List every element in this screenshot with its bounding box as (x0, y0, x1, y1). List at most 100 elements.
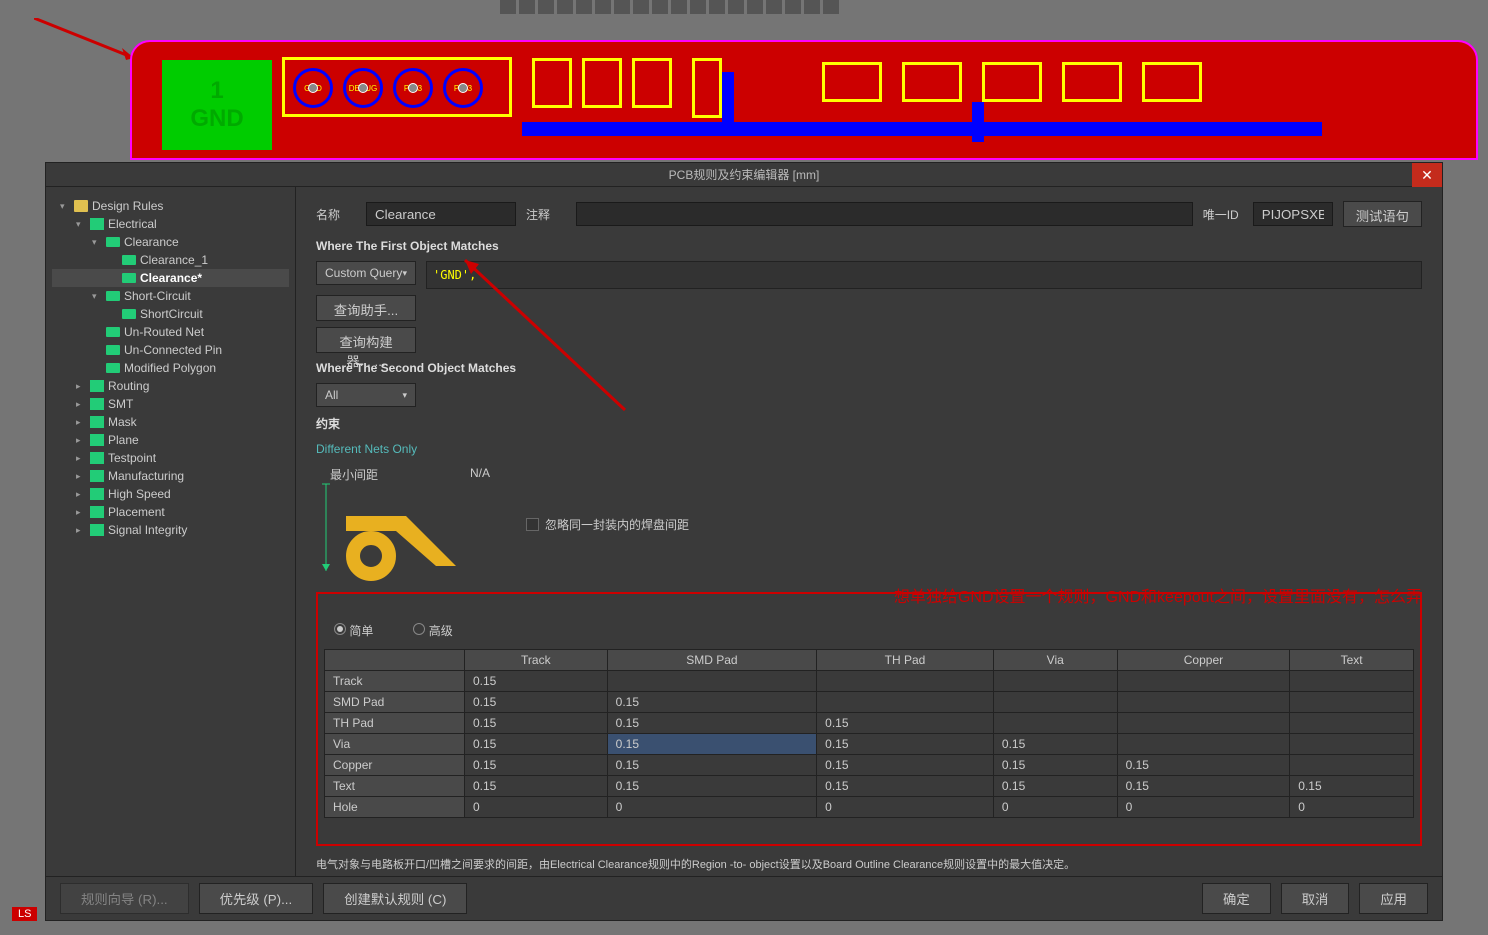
clearance-cell[interactable] (993, 692, 1117, 713)
row-header[interactable]: Copper (325, 755, 465, 776)
clearance-cell[interactable] (1290, 734, 1414, 755)
clearance-cell[interactable]: 0.15 (817, 713, 994, 734)
clearance-cell[interactable]: 0 (993, 797, 1117, 818)
clearance-cell[interactable] (817, 671, 994, 692)
clearance-cell[interactable]: 0.15 (607, 776, 816, 797)
mode-advanced-radio[interactable]: 高级 (413, 622, 452, 639)
clearance-cell[interactable] (993, 713, 1117, 734)
clearance-cell[interactable] (1117, 671, 1290, 692)
clearance-cell[interactable] (1290, 671, 1414, 692)
toolbar-icon[interactable] (690, 0, 706, 14)
toolbar-icon[interactable] (538, 0, 554, 14)
toolbar-icon[interactable] (785, 0, 801, 14)
col-header[interactable]: Text (1290, 650, 1414, 671)
match1-mode-dropdown[interactable]: Custom Query (316, 261, 416, 285)
col-header[interactable]: Via (993, 650, 1117, 671)
clearance-matrix-table[interactable]: TrackSMD PadTH PadViaCopperTextTrack0.15… (324, 649, 1414, 818)
clearance-cell[interactable] (817, 692, 994, 713)
mode-simple-radio[interactable]: 简单 (334, 622, 373, 639)
toolbar-icon[interactable] (823, 0, 839, 14)
clearance-cell[interactable]: 0.15 (465, 671, 608, 692)
clearance-cell[interactable]: 0.15 (465, 776, 608, 797)
toolbar-icon[interactable] (633, 0, 649, 14)
clearance-cell[interactable] (1290, 755, 1414, 776)
clearance-cell[interactable]: 0 (1117, 797, 1290, 818)
match1-query-box[interactable]: 'GND', (426, 261, 1422, 289)
clearance-cell[interactable]: 0 (607, 797, 816, 818)
ignore-same-footprint-checkbox[interactable] (526, 518, 539, 531)
row-header[interactable]: SMD Pad (325, 692, 465, 713)
toolbar-icon[interactable] (728, 0, 744, 14)
id-input[interactable] (1253, 202, 1333, 226)
toolbar-icon[interactable] (652, 0, 668, 14)
clearance-cell[interactable]: 0.15 (993, 755, 1117, 776)
rule-wizard-button[interactable]: 规则向导 (R)... (60, 883, 189, 914)
clearance-cell[interactable] (1117, 713, 1290, 734)
tree-item-un-connected-pin[interactable]: Un-Connected Pin (52, 341, 289, 359)
row-header[interactable]: Track (325, 671, 465, 692)
clearance-cell[interactable]: 0.15 (465, 692, 608, 713)
tree-item-signal-integrity[interactable]: ▸Signal Integrity (52, 521, 289, 539)
toolbar-icon[interactable] (595, 0, 611, 14)
name-input[interactable] (366, 202, 516, 226)
clearance-cell[interactable]: 0.15 (1290, 776, 1414, 797)
col-header[interactable]: Copper (1117, 650, 1290, 671)
tree-item-clearance-1[interactable]: Clearance_1 (52, 251, 289, 269)
dialog-titlebar[interactable]: PCB规则及约束编辑器 [mm] ✕ (46, 163, 1442, 187)
clearance-cell[interactable]: 0.15 (465, 755, 608, 776)
toolbar-icon[interactable] (709, 0, 725, 14)
tree-item-smt[interactable]: ▸SMT (52, 395, 289, 413)
clearance-cell[interactable]: 0 (465, 797, 608, 818)
clearance-cell[interactable] (1290, 692, 1414, 713)
clearance-cell[interactable]: 0.15 (993, 776, 1117, 797)
clearance-cell[interactable]: 0.15 (817, 755, 994, 776)
clearance-cell[interactable] (607, 671, 816, 692)
tree-item-plane[interactable]: ▸Plane (52, 431, 289, 449)
clearance-cell[interactable]: 0 (817, 797, 994, 818)
ok-button[interactable]: 确定 (1202, 883, 1271, 914)
close-button[interactable]: ✕ (1412, 163, 1442, 187)
clearance-cell[interactable]: 0.15 (607, 713, 816, 734)
toolbar-icon[interactable] (500, 0, 516, 14)
tree-item-placement[interactable]: ▸Placement (52, 503, 289, 521)
pcb-viewport[interactable]: 1GND GNDDEBUGPIO3PIO3 (130, 40, 1478, 160)
tree-item-shortcircuit[interactable]: ShortCircuit (52, 305, 289, 323)
cancel-button[interactable]: 取消 (1281, 883, 1350, 914)
toolbar-icon[interactable] (557, 0, 573, 14)
comment-input[interactable] (576, 202, 1193, 226)
tree-item-high-speed[interactable]: ▸High Speed (52, 485, 289, 503)
toolbar-icon[interactable] (519, 0, 535, 14)
apply-button[interactable]: 应用 (1359, 883, 1428, 914)
clearance-cell[interactable] (1290, 713, 1414, 734)
clearance-cell[interactable] (1117, 692, 1290, 713)
clearance-cell[interactable]: 0.15 (1117, 755, 1290, 776)
toolbar-icon[interactable] (614, 0, 630, 14)
clearance-cell[interactable]: 0.15 (465, 734, 608, 755)
col-header[interactable]: Track (465, 650, 608, 671)
tree-item-clearance-[interactable]: Clearance* (52, 269, 289, 287)
rules-tree[interactable]: ▾Design Rules▾Electrical▾ClearanceCleara… (46, 187, 296, 876)
row-header[interactable]: TH Pad (325, 713, 465, 734)
tree-item-short-circuit[interactable]: ▾Short-Circuit (52, 287, 289, 305)
match2-mode-dropdown[interactable]: All (316, 383, 416, 407)
create-defaults-button[interactable]: 创建默认规则 (C) (323, 883, 467, 914)
query-builder-button[interactable]: 查询构建器... ... (316, 327, 416, 353)
test-query-button[interactable]: 测试语句 (1343, 201, 1422, 227)
tree-item-design-rules[interactable]: ▾Design Rules (52, 197, 289, 215)
clearance-cell[interactable] (993, 671, 1117, 692)
toolbar-icon[interactable] (671, 0, 687, 14)
clearance-cell[interactable]: 0.15 (1117, 776, 1290, 797)
tree-item-testpoint[interactable]: ▸Testpoint (52, 449, 289, 467)
clearance-cell[interactable]: 0.15 (607, 755, 816, 776)
clearance-cell[interactable]: 0.15 (607, 734, 816, 755)
row-header[interactable]: Hole (325, 797, 465, 818)
col-header[interactable]: TH Pad (817, 650, 994, 671)
query-helper-button[interactable]: 查询助手... ... (316, 295, 416, 321)
clearance-cell[interactable] (1117, 734, 1290, 755)
tree-item-modified-polygon[interactable]: Modified Polygon (52, 359, 289, 377)
row-header[interactable]: Via (325, 734, 465, 755)
row-header[interactable]: Text (325, 776, 465, 797)
clearance-cell[interactable]: 0.15 (993, 734, 1117, 755)
clearance-cell[interactable]: 0.15 (607, 692, 816, 713)
clearance-cell[interactable]: 0.15 (465, 713, 608, 734)
